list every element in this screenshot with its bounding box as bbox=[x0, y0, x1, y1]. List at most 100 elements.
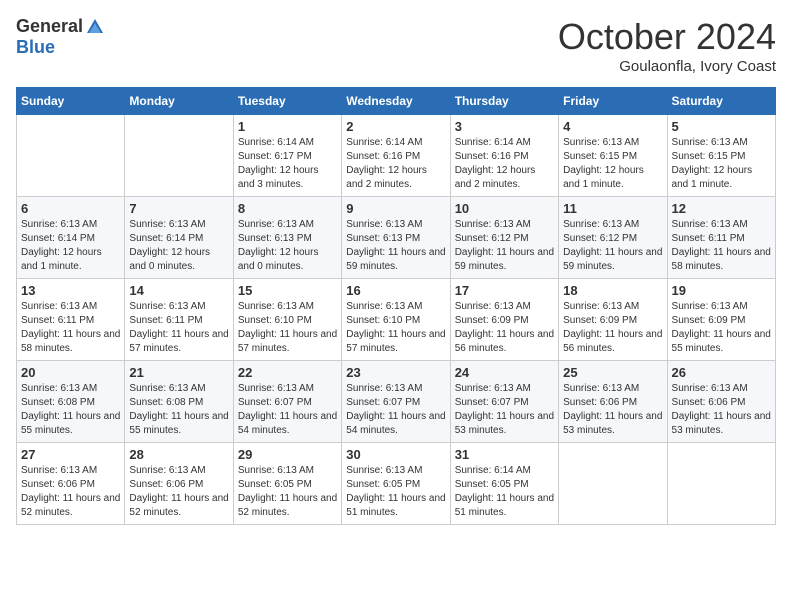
day-number: 19 bbox=[672, 283, 771, 298]
day-info: Sunrise: 6:13 AMSunset: 6:08 PMDaylight:… bbox=[129, 382, 228, 438]
day-info: Sunrise: 6:14 AMSunset: 6:16 PMDaylight:… bbox=[455, 136, 554, 192]
day-number: 14 bbox=[129, 283, 228, 298]
day-number: 21 bbox=[129, 365, 228, 380]
logo-general-text: General bbox=[16, 16, 83, 37]
logo-blue-text: Blue bbox=[16, 37, 55, 58]
calendar-cell: 24Sunrise: 6:13 AMSunset: 6:07 PMDayligh… bbox=[450, 361, 558, 443]
calendar-cell: 22Sunrise: 6:13 AMSunset: 6:07 PMDayligh… bbox=[233, 361, 341, 443]
day-number: 17 bbox=[455, 283, 554, 298]
calendar-cell: 23 Sunrise: 6:13 AMSunset: 6:07 PMDayligh… bbox=[342, 361, 450, 443]
weekday-header-saturday: Saturday bbox=[667, 88, 775, 115]
day-info: Sunrise: 6:14 AMSunset: 6:17 PMDaylight:… bbox=[238, 136, 337, 192]
day-number: 8 bbox=[238, 201, 337, 216]
calendar-cell: 9Sunrise: 6:13 AMSunset: 6:13 PMDaylight… bbox=[342, 197, 450, 279]
calendar-week-1: 1 Sunrise: 6:14 AMSunset: 6:17 PMDaylight… bbox=[17, 115, 776, 197]
calendar-cell: 6 Sunrise: 6:13 AMSunset: 6:14 PMDaylight… bbox=[17, 197, 125, 279]
day-info: Sunrise: 6:13 AMSunset: 6:12 PMDaylight:… bbox=[455, 218, 554, 274]
calendar-week-3: 13 Sunrise: 6:13 AMSunset: 6:11 PMDayligh… bbox=[17, 279, 776, 361]
calendar-cell: 26Sunrise: 6:13 AMSunset: 6:06 PMDayligh… bbox=[667, 361, 775, 443]
calendar-header-row: SundayMondayTuesdayWednesdayThursdayFrid… bbox=[17, 88, 776, 115]
logo-icon bbox=[85, 17, 105, 37]
day-info: Sunrise: 6:13 AMSunset: 6:14 PMDaylight:… bbox=[21, 218, 120, 274]
day-number: 30 bbox=[346, 447, 445, 462]
day-number: 31 bbox=[455, 447, 554, 462]
day-info: Sunrise: 6:13 AMSunset: 6:09 PMDaylight:… bbox=[672, 300, 771, 356]
calendar-week-5: 27 Sunrise: 6:13 AMSunset: 6:06 PMDayligh… bbox=[17, 443, 776, 525]
weekday-header-sunday: Sunday bbox=[17, 88, 125, 115]
logo: General Blue bbox=[16, 16, 105, 58]
calendar-cell: 31 Sunrise: 6:14 AMSunset: 6:05 PMDayligh… bbox=[450, 443, 558, 525]
day-info: Sunrise: 6:13 AMSunset: 6:13 PMDaylight:… bbox=[346, 218, 445, 274]
calendar-cell bbox=[667, 443, 775, 525]
weekday-header-thursday: Thursday bbox=[450, 88, 558, 115]
day-info: Sunrise: 6:14 AMSunset: 6:16 PMDaylight:… bbox=[346, 136, 445, 192]
day-number: 16 bbox=[346, 283, 445, 298]
calendar-cell: 17 Sunrise: 6:13 AMSunset: 6:09 PMDayligh… bbox=[450, 279, 558, 361]
month-title: October 2024 bbox=[558, 16, 776, 58]
day-number: 23 bbox=[346, 365, 445, 380]
calendar-cell: 27Sunrise: 6:13 AMSunset: 6:06 PMDayligh… bbox=[17, 443, 125, 525]
calendar-cell: 11Sunrise: 6:13 AMSunset: 6:12 PMDayligh… bbox=[559, 197, 667, 279]
calendar-cell: 10 Sunrise: 6:13 AMSunset: 6:12 PMDayligh… bbox=[450, 197, 558, 279]
day-number: 15 bbox=[238, 283, 337, 298]
day-number: 13 bbox=[21, 283, 120, 298]
calendar-cell: 4Sunrise: 6:13 AMSunset: 6:15 PMDaylight… bbox=[559, 115, 667, 197]
location-subtitle: Goulaonfla, Ivory Coast bbox=[558, 58, 776, 75]
day-info: Sunrise: 6:13 AMSunset: 6:11 PMDaylight:… bbox=[129, 300, 228, 356]
day-number: 10 bbox=[455, 201, 554, 216]
calendar-cell bbox=[125, 115, 233, 197]
day-info: Sunrise: 6:13 AMSunset: 6:07 PMDaylight:… bbox=[346, 382, 445, 438]
weekday-header-friday: Friday bbox=[559, 88, 667, 115]
calendar-cell: 14 Sunrise: 6:13 AMSunset: 6:11 PMDayligh… bbox=[125, 279, 233, 361]
day-info: Sunrise: 6:13 AMSunset: 6:06 PMDaylight:… bbox=[129, 464, 228, 520]
weekday-header-monday: Monday bbox=[125, 88, 233, 115]
title-section: October 2024 Goulaonfla, Ivory Coast bbox=[558, 16, 776, 75]
day-number: 12 bbox=[672, 201, 771, 216]
day-number: 3 bbox=[455, 119, 554, 134]
day-info: Sunrise: 6:13 AMSunset: 6:15 PMDaylight:… bbox=[672, 136, 771, 192]
calendar-cell: 21 Sunrise: 6:13 AMSunset: 6:08 PMDayligh… bbox=[125, 361, 233, 443]
day-info: Sunrise: 6:13 AMSunset: 6:10 PMDaylight:… bbox=[238, 300, 337, 356]
day-number: 26 bbox=[672, 365, 771, 380]
day-number: 25 bbox=[563, 365, 662, 380]
calendar-cell: 29 Sunrise: 6:13 AMSunset: 6:05 PMDayligh… bbox=[233, 443, 341, 525]
day-number: 6 bbox=[21, 201, 120, 216]
day-info: Sunrise: 6:13 AMSunset: 6:09 PMDaylight:… bbox=[563, 300, 662, 356]
calendar-cell: 2Sunrise: 6:14 AMSunset: 6:16 PMDaylight… bbox=[342, 115, 450, 197]
day-number: 1 bbox=[238, 119, 337, 134]
day-info: Sunrise: 6:13 AMSunset: 6:08 PMDaylight:… bbox=[21, 382, 120, 438]
day-number: 20 bbox=[21, 365, 120, 380]
day-info: Sunrise: 6:14 AMSunset: 6:05 PMDaylight:… bbox=[455, 464, 554, 520]
weekday-header-tuesday: Tuesday bbox=[233, 88, 341, 115]
calendar-cell: 7 Sunrise: 6:13 AMSunset: 6:14 PMDaylight… bbox=[125, 197, 233, 279]
day-number: 11 bbox=[563, 201, 662, 216]
calendar-cell: 1 Sunrise: 6:14 AMSunset: 6:17 PMDaylight… bbox=[233, 115, 341, 197]
day-number: 24 bbox=[455, 365, 554, 380]
calendar-week-4: 20 Sunrise: 6:13 AMSunset: 6:08 PMDayligh… bbox=[17, 361, 776, 443]
calendar-cell: 16Sunrise: 6:13 AMSunset: 6:10 PMDayligh… bbox=[342, 279, 450, 361]
day-info: Sunrise: 6:13 AMSunset: 6:06 PMDaylight:… bbox=[563, 382, 662, 438]
day-info: Sunrise: 6:13 AMSunset: 6:09 PMDaylight:… bbox=[455, 300, 554, 356]
calendar-cell bbox=[559, 443, 667, 525]
calendar-cell: 28 Sunrise: 6:13 AMSunset: 6:06 PMDayligh… bbox=[125, 443, 233, 525]
day-info: Sunrise: 6:13 AMSunset: 6:11 PMDaylight:… bbox=[672, 218, 771, 274]
day-number: 22 bbox=[238, 365, 337, 380]
day-number: 28 bbox=[129, 447, 228, 462]
calendar-cell: 8 Sunrise: 6:13 AMSunset: 6:13 PMDaylight… bbox=[233, 197, 341, 279]
day-number: 27 bbox=[21, 447, 120, 462]
day-number: 7 bbox=[129, 201, 228, 216]
day-info: Sunrise: 6:13 AMSunset: 6:05 PMDaylight:… bbox=[238, 464, 337, 520]
day-number: 29 bbox=[238, 447, 337, 462]
calendar-week-2: 6 Sunrise: 6:13 AMSunset: 6:14 PMDaylight… bbox=[17, 197, 776, 279]
calendar-cell: 18Sunrise: 6:13 AMSunset: 6:09 PMDayligh… bbox=[559, 279, 667, 361]
page-header: General Blue October 2024 Goulaonfla, Iv… bbox=[16, 16, 776, 75]
day-info: Sunrise: 6:13 AMSunset: 6:13 PMDaylight:… bbox=[238, 218, 337, 274]
calendar-cell: 19 Sunrise: 6:13 AMSunset: 6:09 PMDayligh… bbox=[667, 279, 775, 361]
day-info: Sunrise: 6:13 AMSunset: 6:05 PMDaylight:… bbox=[346, 464, 445, 520]
day-info: Sunrise: 6:13 AMSunset: 6:14 PMDaylight:… bbox=[129, 218, 228, 274]
calendar-cell: 13 Sunrise: 6:13 AMSunset: 6:11 PMDayligh… bbox=[17, 279, 125, 361]
calendar-cell: 5Sunrise: 6:13 AMSunset: 6:15 PMDaylight… bbox=[667, 115, 775, 197]
calendar-cell: 12 Sunrise: 6:13 AMSunset: 6:11 PMDayligh… bbox=[667, 197, 775, 279]
calendar-cell: 25 Sunrise: 6:13 AMSunset: 6:06 PMDayligh… bbox=[559, 361, 667, 443]
day-info: Sunrise: 6:13 AMSunset: 6:11 PMDaylight:… bbox=[21, 300, 120, 356]
